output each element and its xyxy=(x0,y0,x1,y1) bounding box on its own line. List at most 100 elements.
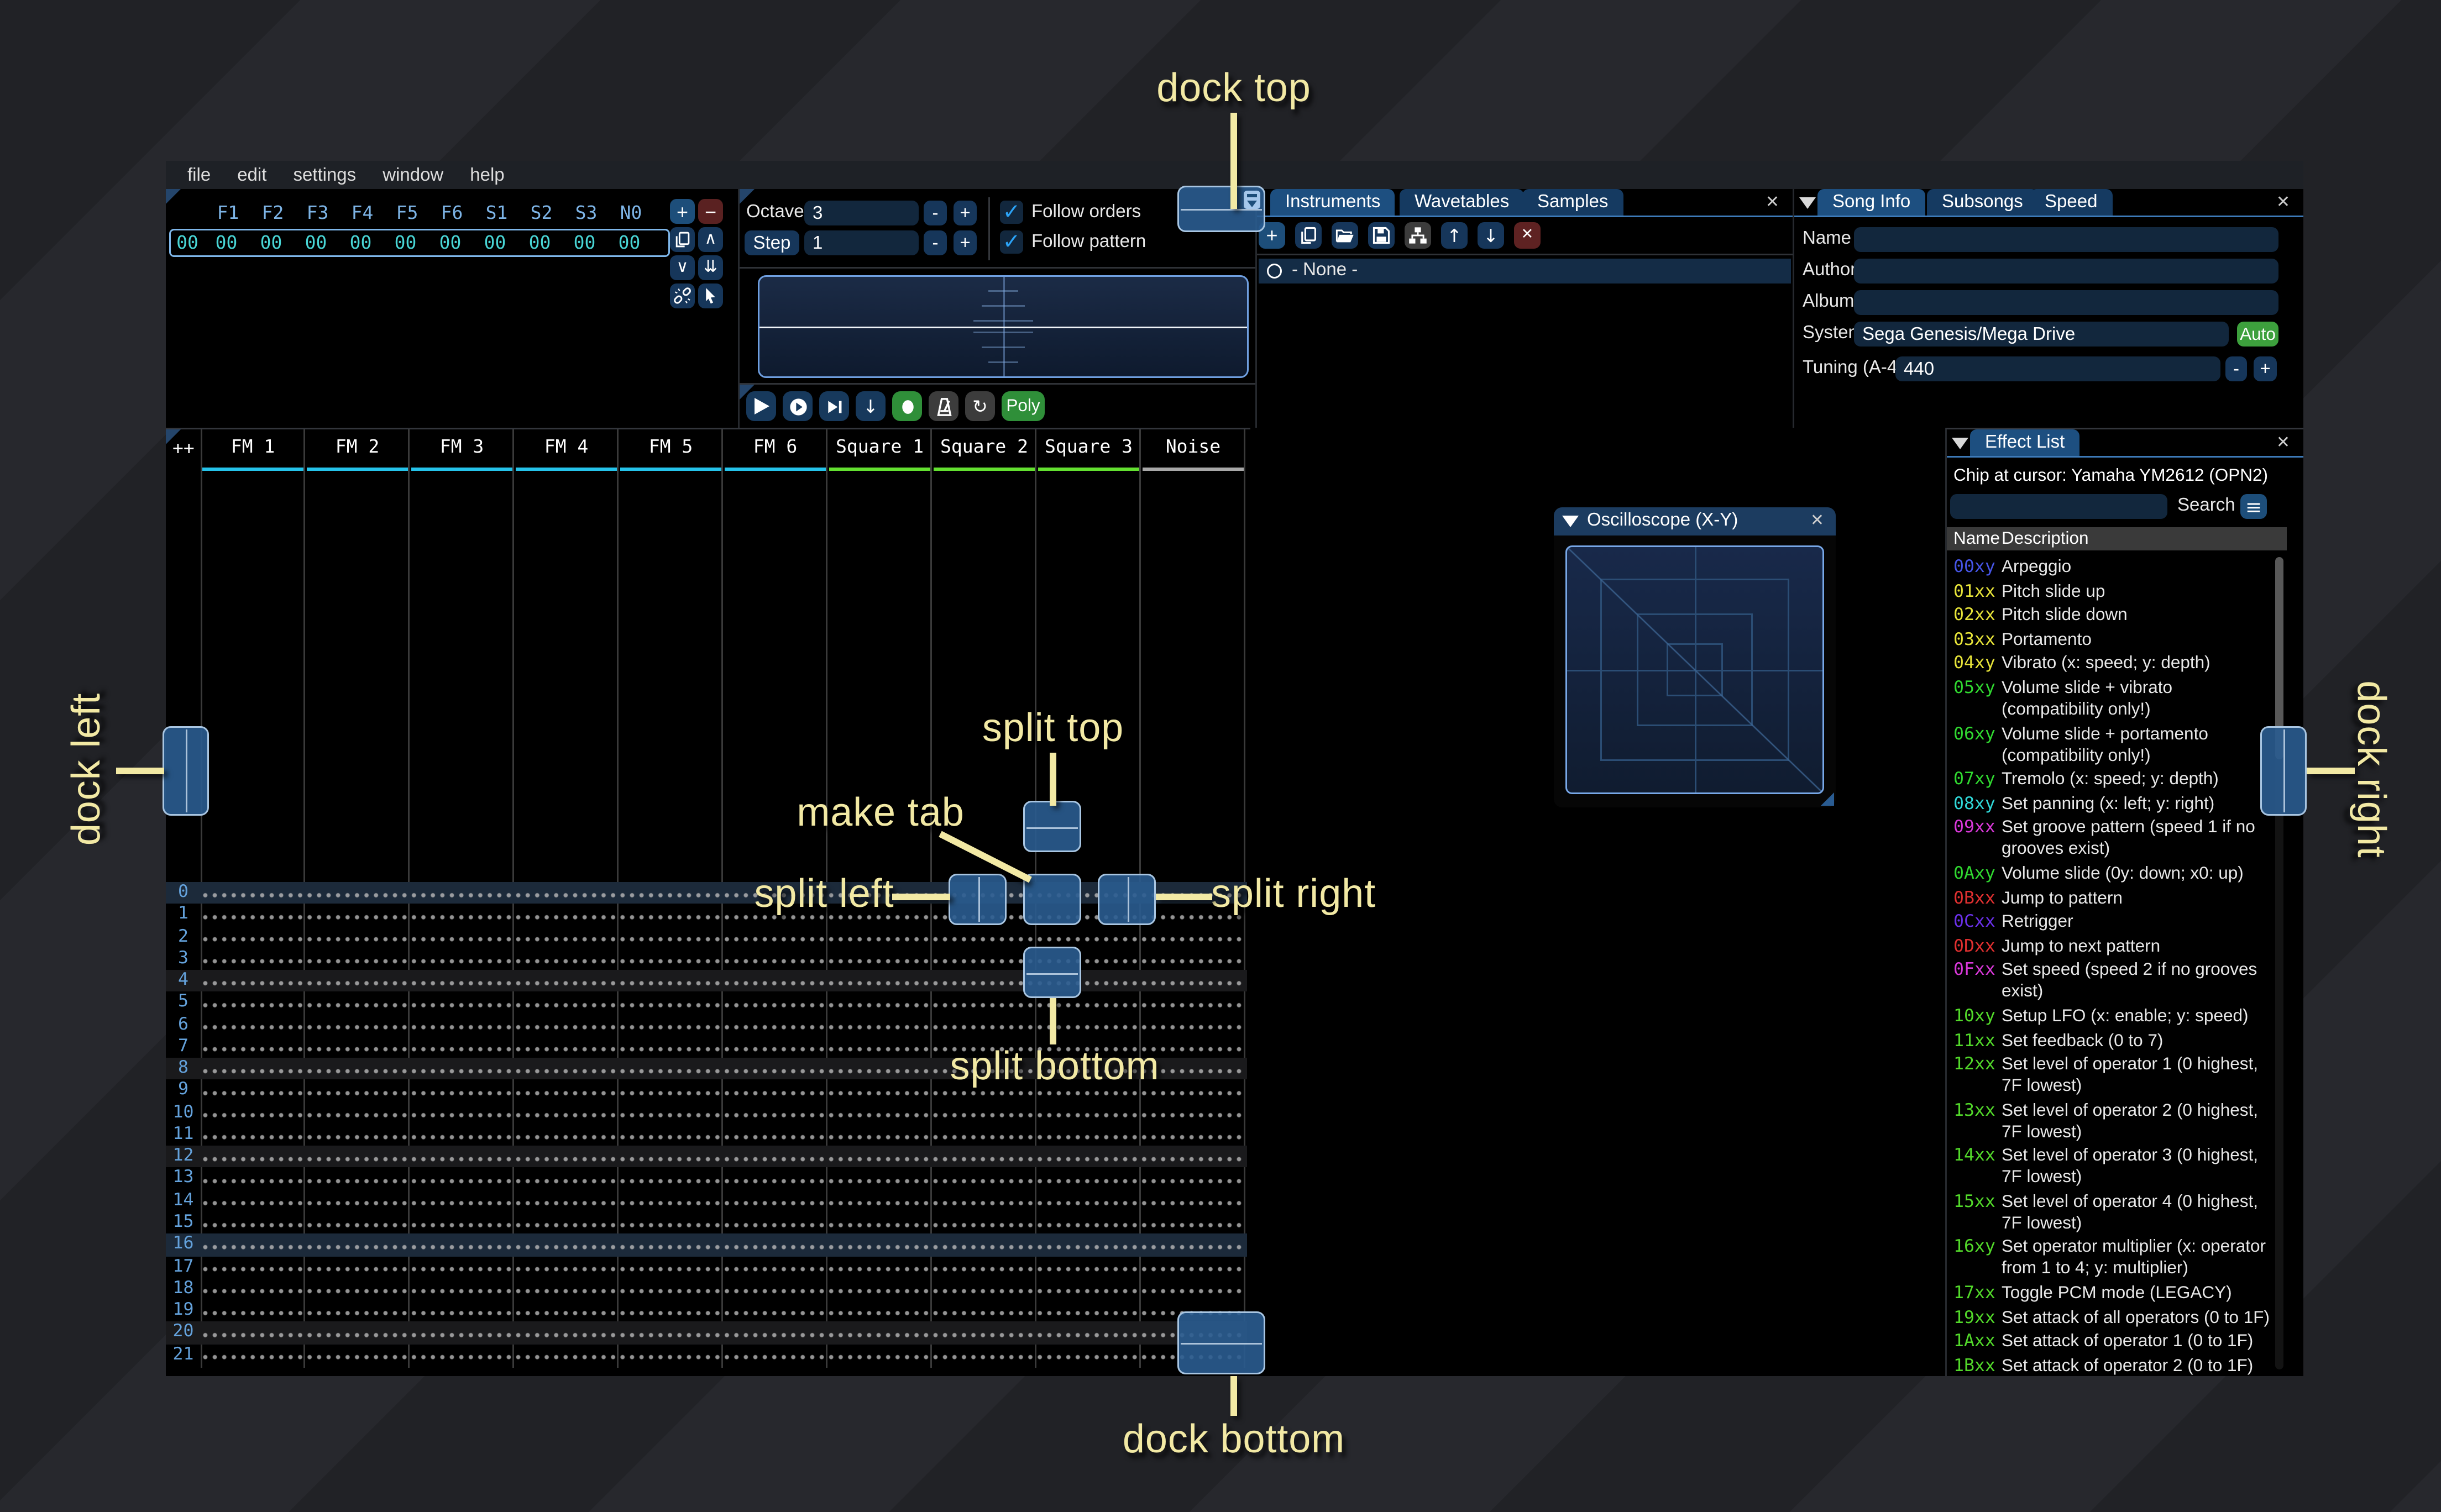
tab-subsongs[interactable]: Subsongs xyxy=(1927,189,2038,216)
close-icon[interactable]: ✕ xyxy=(2276,434,2290,453)
song-name-input[interactable] xyxy=(1854,227,2278,252)
metronome-button[interactable] xyxy=(929,391,958,421)
effect-list-row[interactable]: 05xy Volume slide + vibrato (compatibili… xyxy=(1953,678,2274,721)
order-up-button[interactable]: ∧ xyxy=(698,227,723,252)
tuning-minus-button[interactable]: - xyxy=(2225,356,2247,381)
order-cell[interactable]: 00 xyxy=(338,232,383,254)
step-minus-button[interactable]: - xyxy=(924,230,947,255)
name-column-header[interactable]: Name xyxy=(1953,527,2000,550)
order-cell[interactable]: 00 xyxy=(428,232,473,254)
dock-top-target[interactable] xyxy=(1177,186,1265,232)
order-row-selected[interactable]: 00 00 00 00 00 00 00 00 00 00 00 xyxy=(169,229,670,257)
follow-pattern-checkbox[interactable]: ✓ xyxy=(1000,230,1023,255)
tab-instruments[interactable]: Instruments xyxy=(1270,189,1396,216)
effect-search-input[interactable] xyxy=(1950,494,2167,519)
resize-grip[interactable] xyxy=(1821,792,1834,806)
octave-plus-button[interactable]: + xyxy=(954,201,977,225)
add-order-button[interactable]: + xyxy=(670,199,695,224)
play-one-row-button[interactable] xyxy=(819,391,849,421)
collapse-arrow-icon[interactable] xyxy=(1562,516,1579,527)
order-cell[interactable]: 00 xyxy=(383,232,428,254)
effect-list-row[interactable]: 03xx Portamento xyxy=(1953,629,2274,651)
menu-item[interactable]: window xyxy=(369,165,457,185)
dock-bottom-target[interactable] xyxy=(1177,1311,1265,1374)
effect-list-row[interactable]: 09xx Set groove pattern (speed 1 if no g… xyxy=(1953,818,2274,861)
order-cell[interactable]: 00 xyxy=(204,232,249,254)
order-cell[interactable]: 00 xyxy=(607,232,652,254)
play-button[interactable] xyxy=(746,391,776,421)
effect-list-row[interactable]: 00xy Arpeggio xyxy=(1953,557,2274,579)
order-cell[interactable]: 00 xyxy=(517,232,562,254)
tab-speed[interactable]: Speed xyxy=(2030,189,2113,216)
effect-list-row[interactable]: 07xy Tremolo (x: speed; y: depth) xyxy=(1953,769,2274,791)
effect-list-row[interactable]: 13xx Set level of operator 2 (0 highest,… xyxy=(1953,1100,2274,1143)
effect-list-row[interactable]: 11xx Set feedback (0 to 7) xyxy=(1953,1031,2274,1052)
scrollbar[interactable] xyxy=(2275,557,2283,1369)
effect-list-row[interactable]: 16xy Set operator multiplier (x: operato… xyxy=(1953,1237,2274,1280)
play-pattern-button[interactable] xyxy=(783,391,813,421)
dock-left-target[interactable] xyxy=(163,726,209,816)
effect-list-row[interactable]: 19xx Set attack of all operators (0 to 1… xyxy=(1953,1308,2274,1329)
effect-list-row[interactable]: 1Axx Set attack of operator 1 (0 to 1F) xyxy=(1953,1332,2274,1353)
effect-list-row[interactable]: 04xy Vibrato (x: speed; y: depth) xyxy=(1953,654,2274,675)
effect-list-row[interactable]: 0Bxx Jump to pattern xyxy=(1953,888,2274,910)
step-down-button[interactable]: ↓ xyxy=(856,391,886,421)
duplicate-order-end-button[interactable]: ⇊ xyxy=(698,255,723,280)
effect-list-row[interactable]: 0Axy Volume slide (0y: down; x0: up) xyxy=(1953,864,2274,885)
effect-list-row[interactable]: 10xy Setup LFO (x: enable; y: speed) xyxy=(1953,1006,2274,1028)
tuning-input[interactable] xyxy=(1895,356,2220,381)
effect-list-row[interactable]: 0Dxx Jump to next pattern xyxy=(1953,936,2274,958)
collapse-arrow-icon[interactable] xyxy=(1799,197,1816,209)
split-left-target[interactable] xyxy=(949,874,1007,925)
edit-record-button[interactable] xyxy=(892,391,922,421)
order-cell[interactable]: 00 xyxy=(294,232,338,254)
step-button[interactable]: Step xyxy=(745,230,799,255)
menu-item[interactable]: help xyxy=(457,165,517,185)
tuning-plus-button[interactable]: + xyxy=(2254,356,2277,381)
effect-list-row[interactable]: 01xx Pitch slide up xyxy=(1953,581,2274,603)
tab-effect-list[interactable]: Effect List xyxy=(1970,429,2080,456)
effect-list-row[interactable]: 15xx Set level of operator 4 (0 highest,… xyxy=(1953,1192,2274,1235)
menu-item[interactable]: settings xyxy=(280,165,369,185)
oscilloscope-xy-titlebar[interactable]: Oscilloscope (X-Y) xyxy=(1554,507,1836,536)
follow-orders-checkbox[interactable]: ✓ xyxy=(1000,200,1023,225)
instrument-list-mode-button[interactable] xyxy=(1405,222,1431,249)
order-cell[interactable]: 00 xyxy=(473,232,517,254)
song-author-input[interactable] xyxy=(1854,259,2278,284)
split-bottom-target[interactable] xyxy=(1023,947,1081,998)
auto-system-button[interactable]: Auto xyxy=(2237,322,2278,347)
tab-song-info[interactable]: Song Info xyxy=(1817,189,1926,216)
effect-list-row[interactable]: 0Cxx Retrigger xyxy=(1953,912,2274,933)
order-edit-mode-cursor-icon[interactable] xyxy=(698,284,723,308)
split-right-target[interactable] xyxy=(1098,874,1156,925)
menu-item[interactable]: file xyxy=(174,165,224,185)
delete-instrument-button[interactable]: ✕ xyxy=(1514,222,1541,249)
octave-input[interactable] xyxy=(804,201,919,225)
order-down-button[interactable]: ∨ xyxy=(670,255,695,280)
repeat-pattern-button[interactable]: ↻ xyxy=(965,391,995,421)
effect-list-row[interactable]: 0Fxx Set speed (speed 2 if no grooves ex… xyxy=(1953,960,2274,1004)
effect-list-menu-button[interactable]: ≡ xyxy=(2240,494,2267,519)
effect-list-row[interactable]: 1Bxx Set attack of operator 2 (0 to 1F) xyxy=(1953,1356,2274,1376)
effect-list-row[interactable]: 14xx Set level of operator 3 (0 highest,… xyxy=(1953,1146,2274,1189)
make-tab-target[interactable] xyxy=(1023,874,1081,925)
effect-list-row[interactable]: 12xx Set level of operator 1 (0 highest,… xyxy=(1953,1054,2274,1098)
menu-item[interactable]: edit xyxy=(224,165,280,185)
oscilloscope-xy-window[interactable]: Oscilloscope (X-Y) ✕ xyxy=(1554,507,1836,807)
remove-order-button[interactable]: − xyxy=(698,199,723,224)
close-icon[interactable]: ✕ xyxy=(2276,194,2290,212)
split-top-target[interactable] xyxy=(1023,801,1081,852)
effect-list-row[interactable]: 02xx Pitch slide down xyxy=(1953,606,2274,627)
duplicate-order-button[interactable] xyxy=(670,227,695,252)
octave-minus-button[interactable]: - xyxy=(924,201,947,225)
effect-list-row[interactable]: 17xx Toggle PCM mode (LEGACY) xyxy=(1953,1283,2274,1305)
poly-mono-button[interactable]: Poly xyxy=(1002,391,1045,421)
order-cell[interactable]: 00 xyxy=(249,232,294,254)
instrument-list-item-none[interactable]: - None - xyxy=(1259,259,1791,284)
effect-list-row[interactable]: 06xy Volume slide + portamento (compatib… xyxy=(1953,724,2274,767)
order-change-all-icon[interactable] xyxy=(670,284,695,308)
pattern-expand-button[interactable]: ++ xyxy=(172,438,195,459)
song-album-input[interactable] xyxy=(1854,290,2278,315)
close-icon[interactable]: ✕ xyxy=(1810,512,1824,531)
dock-right-target[interactable] xyxy=(2260,726,2307,816)
